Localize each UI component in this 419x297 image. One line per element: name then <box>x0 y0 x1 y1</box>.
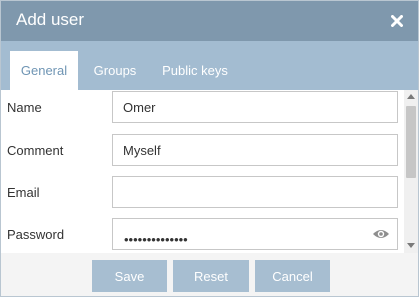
form-scrollbar[interactable] <box>404 90 418 253</box>
save-button[interactable]: Save <box>92 260 167 292</box>
dialog-title: Add user <box>16 10 85 29</box>
scroll-thumb[interactable] <box>406 106 416 178</box>
dialog-footer: Save Reset Cancel <box>1 253 418 296</box>
name-field[interactable] <box>112 91 398 123</box>
tab-public-keys[interactable]: Public keys <box>153 51 237 90</box>
general-form: Name Comment Email Password ••••••••••••… <box>1 90 404 253</box>
tab-groups[interactable]: Groups <box>85 51 145 90</box>
save-button-label: Save <box>114 268 145 284</box>
tab-groups-label: Groups <box>93 63 137 78</box>
password-label: Password <box>7 227 65 242</box>
close-icon[interactable] <box>387 11 407 31</box>
tab-bar: General Groups Public keys <box>1 41 418 90</box>
eye-icon[interactable] <box>372 227 390 241</box>
email-field[interactable] <box>112 176 398 208</box>
dialog-titlebar: Add user <box>1 1 418 41</box>
tab-public-keys-label: Public keys <box>162 63 228 78</box>
add-user-dialog: Add user General Groups Public keys Name… <box>0 0 419 297</box>
scroll-down-icon[interactable] <box>407 243 415 248</box>
tab-general-label: General <box>20 63 68 78</box>
email-label: Email <box>7 185 40 200</box>
password-value: •••••••••••••• <box>124 232 188 247</box>
name-label: Name <box>7 100 42 115</box>
cancel-button[interactable]: Cancel <box>255 260 330 292</box>
cancel-button-label: Cancel <box>272 268 313 284</box>
comment-label: Comment <box>7 143 64 158</box>
reset-button-label: Reset <box>194 268 228 284</box>
tab-general[interactable]: General <box>10 51 78 90</box>
comment-field[interactable] <box>112 134 398 166</box>
reset-button[interactable]: Reset <box>173 260 249 292</box>
scroll-up-icon[interactable] <box>407 94 415 99</box>
